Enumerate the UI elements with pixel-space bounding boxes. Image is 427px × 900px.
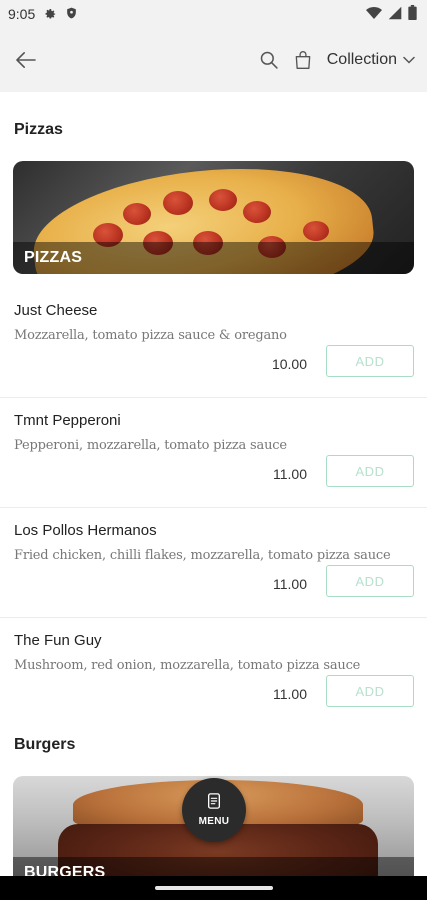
menu-document-icon bbox=[207, 793, 221, 812]
app-bar: Collection bbox=[0, 28, 427, 92]
item-description: Mozzarella, tomato pizza sauce & oregano bbox=[14, 328, 287, 343]
item-price: 10.00 bbox=[271, 356, 307, 372]
add-button[interactable]: ADD bbox=[326, 565, 414, 597]
home-gesture-handle[interactable] bbox=[154, 886, 273, 890]
menu-content[interactable]: Pizzas PIZZAS Just Cheese Mozzarella, to… bbox=[0, 92, 427, 882]
list-item[interactable]: The Fun Guy Mushroom, red onion, mozzare… bbox=[0, 618, 427, 728]
pizza-item-list: Just Cheese Mozzarella, tomato pizza sau… bbox=[0, 288, 427, 728]
collection-label: Collection bbox=[326, 51, 397, 68]
list-item[interactable]: Just Cheese Mozzarella, tomato pizza sau… bbox=[0, 288, 427, 398]
category-banner-pizzas[interactable]: PIZZAS bbox=[13, 161, 414, 274]
wifi-icon bbox=[366, 6, 382, 23]
settings-gear-icon bbox=[43, 6, 57, 23]
add-button[interactable]: ADD bbox=[326, 675, 414, 707]
menu-fab-label: MENU bbox=[198, 816, 230, 827]
item-price: 11.00 bbox=[273, 686, 307, 702]
section-title-pizzas: Pizzas bbox=[14, 121, 63, 138]
status-bar: 9:05 bbox=[0, 0, 427, 28]
battery-icon bbox=[408, 5, 417, 23]
list-item[interactable]: Los Pollos Hermanos Fried chicken, chill… bbox=[0, 508, 427, 618]
banner-label-pizzas: PIZZAS bbox=[13, 242, 414, 274]
signal-icon bbox=[388, 6, 402, 23]
item-description: Pepperoni, mozzarella, tomato pizza sauc… bbox=[14, 438, 287, 453]
section-title-burgers: Burgers bbox=[14, 736, 76, 753]
list-item[interactable]: Tmnt Pepperoni Pepperoni, mozzarella, to… bbox=[0, 398, 427, 508]
status-time: 9:05 bbox=[8, 6, 36, 22]
item-price: 11.00 bbox=[273, 466, 307, 482]
item-name: Just Cheese bbox=[14, 302, 98, 319]
item-name: Los Pollos Hermanos bbox=[14, 522, 157, 539]
shopping-bag-icon[interactable] bbox=[289, 46, 317, 74]
menu-fab-button[interactable]: MENU bbox=[182, 778, 246, 842]
system-nav-bar bbox=[0, 876, 427, 900]
search-icon[interactable] bbox=[255, 46, 283, 74]
item-price: 11.00 bbox=[273, 576, 307, 592]
add-button[interactable]: ADD bbox=[326, 345, 414, 377]
add-button[interactable]: ADD bbox=[326, 455, 414, 487]
item-description: Mushroom, red onion, mozzarella, tomato … bbox=[14, 658, 361, 673]
chevron-down-icon bbox=[403, 51, 415, 69]
item-name: Tmnt Pepperoni bbox=[14, 412, 121, 429]
shield-icon bbox=[65, 6, 78, 23]
back-arrow-icon[interactable] bbox=[12, 46, 40, 74]
item-description: Fried chicken, chilli flakes, mozzarella… bbox=[14, 548, 391, 563]
collection-dropdown[interactable]: Collection bbox=[327, 51, 415, 69]
item-name: The Fun Guy bbox=[14, 632, 102, 649]
